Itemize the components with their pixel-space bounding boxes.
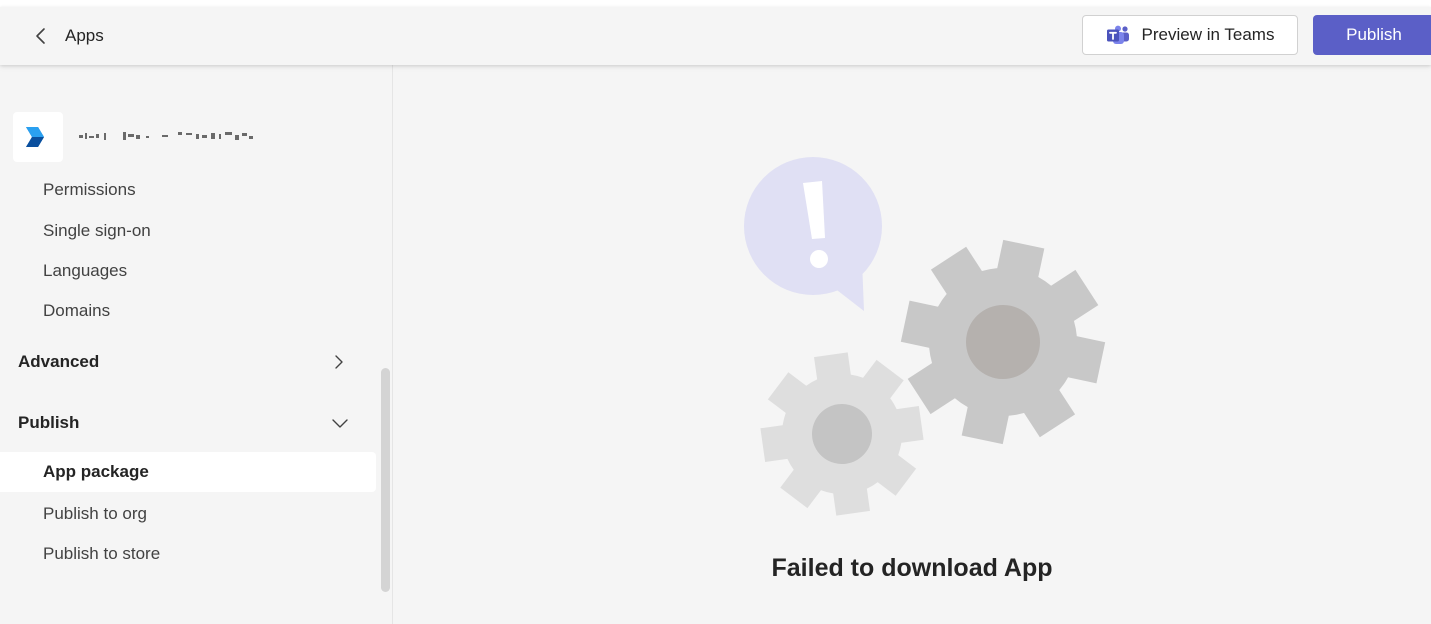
sidebar-item-languages[interactable]: Languages [0,251,376,291]
section-advanced-label: Advanced [18,352,100,371]
error-gears-illustration [744,157,1106,516]
small-gear-icon [760,352,924,516]
publish-button[interactable]: Publish [1313,15,1431,55]
sidebar-item-permissions[interactable]: Permissions [0,170,376,210]
teams-logo-icon [1106,25,1129,44]
sidebar-section-advanced[interactable]: Advanced [0,342,376,382]
chevron-down-icon [332,419,348,428]
sidebar-item-publish-to-store[interactable]: Publish to store [0,534,376,574]
sidebar-item-single-sign-on[interactable]: Single sign-on [0,211,376,251]
sidebar-item-domains[interactable]: Domains [0,291,376,331]
app-name-redacted [79,132,253,140]
main-content: Failed to download App [393,65,1431,624]
top-bar: Apps Preview in Teams Publish [0,7,1431,65]
back-link-label: Apps [65,26,104,45]
sidebar-nav: Permissions Single sign-on Languages Dom… [0,65,393,624]
error-message: Failed to download App [771,554,1053,582]
alert-bubble-icon [744,157,882,311]
section-publish-label: Publish [18,413,80,432]
app-logo[interactable] [13,112,63,162]
power-automate-logo-icon [26,127,44,147]
back-to-apps-link[interactable]: Apps [34,21,104,51]
preview-in-teams-button[interactable]: Preview in Teams [1082,15,1298,55]
sidebar-scrollbar[interactable] [381,368,390,592]
preview-button-label: Preview in Teams [1141,25,1275,44]
chevron-left-icon [36,28,45,44]
sidebar-section-publish[interactable]: Publish [0,403,376,443]
window-top-strip [0,0,1431,7]
sidebar-item-publish-to-org[interactable]: Publish to org [0,494,376,534]
chevron-right-icon [335,355,343,369]
sidebar-item-app-package[interactable]: App package [0,452,376,492]
